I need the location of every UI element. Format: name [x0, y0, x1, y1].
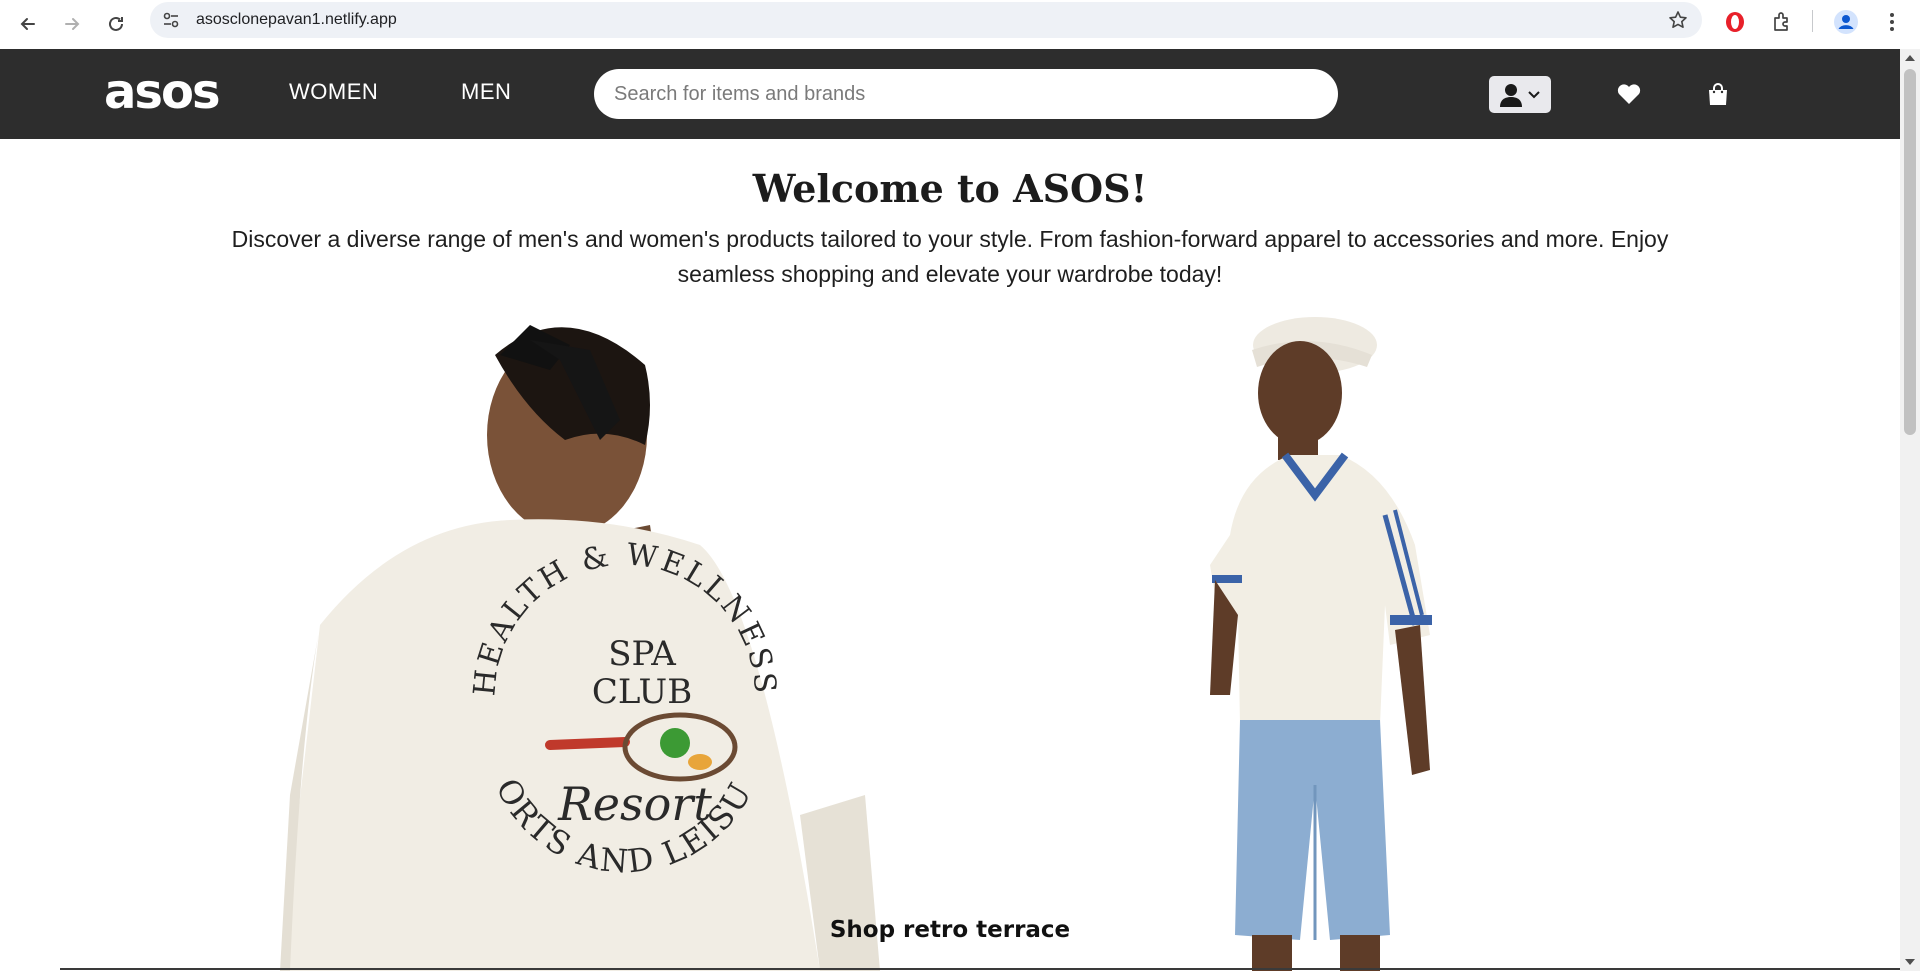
account-button[interactable] [1489, 76, 1551, 113]
hero-image-left[interactable]: HEALTH & WELLNESS SPA CLUB Resort SPORTS… [280, 315, 880, 971]
wishlist-heart-icon[interactable] [1616, 81, 1642, 107]
model-polo-image [1210, 317, 1432, 971]
welcome-description: Discover a diverse range of men's and wo… [231, 226, 1669, 287]
page-title: Welcome to ASOS! [752, 166, 1148, 211]
svg-text:CLUB: CLUB [592, 672, 692, 712]
scroll-up-arrow-icon[interactable] [1905, 55, 1915, 61]
section-divider [60, 968, 1900, 970]
account-icon [1500, 83, 1522, 107]
hero-image-right[interactable] [1190, 315, 1510, 971]
back-icon[interactable] [12, 8, 44, 40]
site-header: asos WOMEN MEN [0, 49, 1900, 139]
more-menu-icon[interactable] [1878, 8, 1906, 36]
extensions-puzzle-icon[interactable] [1768, 8, 1796, 36]
shop-retro-terrace-link[interactable]: Shop retro terrace [0, 917, 1900, 943]
model-tshirt-image: HEALTH & WELLNESS SPA CLUB Resort SPORTS… [280, 315, 880, 971]
scrollbar-thumb[interactable] [1904, 69, 1916, 435]
address-bar[interactable]: asosclonepavan1.netlify.app [150, 2, 1702, 38]
page-scrollbar[interactable] [1900, 49, 1920, 971]
search-input[interactable] [594, 69, 1338, 119]
svg-text:SPA: SPA [608, 634, 676, 674]
browser-toolbar: asosclonepavan1.netlify.app [0, 0, 1920, 49]
url-text[interactable]: asosclonepavan1.netlify.app [196, 11, 397, 29]
chevron-down-icon [1528, 90, 1540, 98]
toolbar-divider [1812, 10, 1813, 32]
asos-logo[interactable]: asos [104, 67, 221, 117]
nav-women-link[interactable]: WOMEN [289, 79, 378, 105]
scroll-down-arrow-icon[interactable] [1905, 959, 1915, 965]
reload-icon[interactable] [100, 8, 132, 40]
nav-men-link[interactable]: MEN [461, 79, 511, 105]
site-info-icon[interactable] [162, 11, 180, 29]
profile-icon[interactable] [1832, 8, 1860, 36]
shopping-bag-icon[interactable] [1705, 81, 1731, 107]
opera-extension-icon[interactable] [1721, 8, 1749, 36]
forward-icon[interactable] [56, 8, 88, 40]
bookmark-star-icon[interactable] [1668, 10, 1688, 30]
